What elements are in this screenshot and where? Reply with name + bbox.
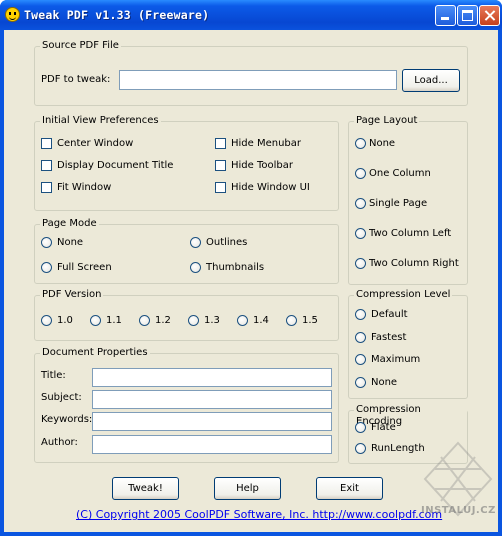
keywords-input[interactable] [92, 412, 332, 431]
layout-single-page-radio[interactable] [355, 198, 366, 209]
tweak-button[interactable]: Tweak! [112, 477, 179, 500]
version-1-1-radio[interactable] [90, 315, 101, 326]
page-mode-legend: Page Mode [40, 218, 99, 230]
source-pdf-group: Source PDF File PDF to tweak: Load... [34, 40, 468, 106]
layout-one-column-label: One Column [369, 168, 431, 179]
level-maximum-radio[interactable] [355, 354, 366, 365]
version-1-2-radio[interactable] [139, 315, 150, 326]
encoding-flate-radio[interactable] [355, 422, 366, 433]
subject-input[interactable] [92, 390, 332, 409]
version-1-5-radio[interactable] [286, 315, 297, 326]
exit-button[interactable]: Exit [316, 477, 383, 500]
version-1-1-label: 1.1 [106, 315, 122, 326]
title-field-label: Title: [41, 370, 66, 381]
document-properties-group: Document Properties Title: Subject: Keyw… [34, 347, 339, 463]
title-bar[interactable]: Tweak PDF v1.33 (Freeware) [0, 0, 502, 30]
title-input[interactable] [92, 368, 332, 387]
level-default-radio[interactable] [355, 309, 366, 320]
layout-two-column-left-radio[interactable] [355, 228, 366, 239]
version-1-0-radio[interactable] [41, 315, 52, 326]
hide-window-ui-checkbox[interactable] [215, 182, 226, 193]
layout-two-column-right-radio[interactable] [355, 258, 366, 269]
version-1-2-label: 1.2 [155, 315, 171, 326]
layout-one-column-radio[interactable] [355, 168, 366, 179]
hide-window-ui-label: Hide Window UI [231, 182, 310, 193]
page-mode-group: Page Mode None Full Screen Outlines Thum… [34, 218, 339, 284]
subject-field-label: Subject: [41, 392, 82, 403]
layout-two-column-right-label: Two Column Right [369, 258, 459, 269]
help-button[interactable]: Help [214, 477, 281, 500]
source-pdf-legend: Source PDF File [40, 40, 121, 52]
document-properties-legend: Document Properties [40, 347, 150, 359]
layout-none-radio[interactable] [355, 138, 366, 149]
mode-none-radio[interactable] [41, 237, 52, 248]
level-fastest-radio[interactable] [355, 332, 366, 343]
version-1-3-radio[interactable] [188, 315, 199, 326]
hide-menubar-checkbox[interactable] [215, 138, 226, 149]
mode-none-label: None [57, 237, 84, 248]
pdf-to-tweak-label: PDF to tweak: [41, 74, 111, 85]
compression-level-legend: Compression Level [354, 289, 453, 301]
close-button[interactable] [479, 5, 500, 26]
mode-full-screen-label: Full Screen [57, 262, 112, 273]
display-document-title-label: Display Document Title [57, 160, 174, 171]
hide-toolbar-label: Hide Toolbar [231, 160, 293, 171]
fit-window-checkbox[interactable] [41, 182, 52, 193]
fit-window-label: Fit Window [57, 182, 112, 193]
center-window-label: Center Window [57, 138, 134, 149]
app-window: Tweak PDF v1.33 (Freeware) Source PDF Fi… [0, 0, 502, 536]
pdf-version-legend: PDF Version [40, 289, 104, 301]
maximize-button[interactable] [457, 5, 478, 26]
keywords-field-label: Keywords: [41, 414, 93, 425]
encoding-runlength-radio[interactable] [355, 443, 366, 454]
author-input[interactable] [92, 435, 332, 454]
encoding-flate-label: Flate [371, 422, 396, 433]
copyright-link[interactable]: (C) Copyright 2005 CoolPDF Software, Inc… [76, 508, 442, 521]
window-title: Tweak PDF v1.33 (Freeware) [24, 8, 210, 22]
mode-full-screen-radio[interactable] [41, 262, 52, 273]
center-window-checkbox[interactable] [41, 138, 52, 149]
initial-view-group: Initial View Preferences Center Window D… [34, 115, 339, 211]
page-layout-group: Page Layout None One Column Single Page … [348, 115, 468, 285]
pdf-path-input[interactable] [119, 70, 397, 90]
version-1-0-label: 1.0 [57, 315, 73, 326]
author-field-label: Author: [41, 437, 78, 448]
minimize-button[interactable] [435, 5, 456, 26]
version-1-4-radio[interactable] [237, 315, 248, 326]
smiley-icon [5, 7, 20, 22]
level-maximum-label: Maximum [371, 354, 421, 365]
pdf-version-group: PDF Version 1.0 1.1 1.2 1.3 1.4 1.5 [34, 289, 339, 341]
layout-single-page-label: Single Page [369, 198, 428, 209]
compression-level-group: Compression Level Default Fastest Maximu… [348, 289, 468, 399]
level-default-label: Default [371, 309, 408, 320]
hide-menubar-label: Hide Menubar [231, 138, 302, 149]
level-fastest-label: Fastest [371, 332, 407, 343]
level-none-radio[interactable] [355, 377, 366, 388]
hide-toolbar-checkbox[interactable] [215, 160, 226, 171]
page-layout-legend: Page Layout [354, 115, 420, 127]
version-1-3-label: 1.3 [204, 315, 220, 326]
mode-thumbnails-radio[interactable] [190, 262, 201, 273]
layout-none-label: None [369, 138, 396, 149]
mode-thumbnails-label: Thumbnails [206, 262, 265, 273]
watermark-text: INSTALUJ.CZ [421, 505, 496, 516]
mode-outlines-radio[interactable] [190, 237, 201, 248]
version-1-5-label: 1.5 [302, 315, 318, 326]
load-button[interactable]: Load... [402, 69, 460, 92]
level-none-label: None [371, 377, 398, 388]
encoding-runlength-label: RunLength [371, 443, 425, 454]
layout-two-column-left-label: Two Column Left [369, 228, 452, 239]
display-document-title-checkbox[interactable] [41, 160, 52, 171]
mode-outlines-label: Outlines [206, 237, 248, 248]
initial-view-legend: Initial View Preferences [40, 115, 161, 127]
version-1-4-label: 1.4 [253, 315, 269, 326]
